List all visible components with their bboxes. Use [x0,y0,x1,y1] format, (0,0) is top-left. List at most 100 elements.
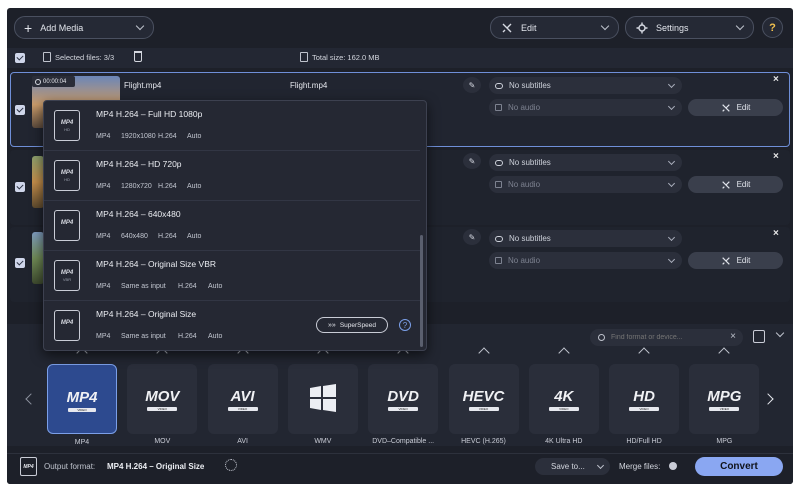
select-all-checkbox[interactable] [15,53,25,63]
windows-logo-icon [309,384,336,412]
chevron-down-icon [596,461,605,470]
device-detect-icon[interactable] [753,330,765,343]
preset-spec: H.264 [158,183,177,190]
speaker-icon [495,257,502,264]
rename-pencil-icon[interactable]: ✎ [463,229,481,245]
format-tile-wmv[interactable]: WMV [287,364,358,445]
subtitles-dropdown[interactable]: No subtitles [489,230,682,247]
file-checkbox[interactable] [15,105,25,115]
add-media-button[interactable]: + Add Media [14,16,154,39]
preset-spec: Auto [187,233,202,240]
preset-spec: Same as input [121,283,166,290]
preset-spec: Auto [208,333,223,340]
mp4-file-icon: MP4 HD [54,160,80,191]
search-field[interactable]: × [590,329,743,346]
format-preset-item[interactable]: MP4 MP4 H.264 – Original Size MP4 Same as … [44,301,420,351]
format-preset-item[interactable]: MP4 HD MP4 H.264 – Full HD 1080p MP4 1920x1… [44,101,420,151]
format-label: WMV [314,438,332,445]
edit-toolbar-button[interactable]: Edit [490,16,619,39]
mp4-file-icon: MP4 [54,310,80,341]
folder-size-icon [300,52,308,62]
format-tile-mpg[interactable]: MPG VIDEO MPG [689,364,760,445]
format-preset-item[interactable]: MP4 VBR MP4 H.264 – Original Size VBR MP4 S… [44,251,420,301]
format-tile-hd-full-hd[interactable]: HD VIDEO HD/Full HD [609,364,680,445]
format-tile-dvd-compatible[interactable]: DVD VIDEO DVD–Compatible ... [368,364,439,445]
help-icon[interactable]: ? [399,319,411,331]
format-logo-bar: VIDEO [388,407,419,411]
app-window: + Add Media Edit Settings ? Selected fil… [7,8,793,484]
menu-scrollbar[interactable] [420,235,423,347]
audio-dropdown[interactable]: No audio [489,252,682,269]
format-tile-4k-ultra-hd[interactable]: 4K VIDEO 4K Ultra HD [528,364,599,445]
rename-pencil-icon[interactable]: ✎ [463,77,481,93]
audio-dropdown[interactable]: No audio [489,99,682,116]
format-label: MPG [716,438,733,445]
format-logo-bar: VIDEO [227,407,258,411]
preset-spec: Auto [187,133,202,140]
format-preset-item[interactable]: MP4 MP4 H.264 – 640x480 MP4 640x480 H.264 Au… [44,201,420,251]
preset-name: MP4 H.264 – Full HD 1080p [96,109,203,119]
mp4-file-icon: MP4 HD [54,110,80,141]
preset-spec: MP4 [96,333,111,340]
preset-name: MP4 H.264 – Original Size [96,309,197,319]
preset-name: MP4 H.264 – Original Size VBR [96,259,216,269]
file-edit-button[interactable]: Edit [688,252,783,269]
settings-button[interactable]: Settings [625,16,754,39]
file-checkbox[interactable] [15,258,25,268]
help-icon: ? [769,21,776,34]
format-logo-bar: VIDEO [68,408,96,412]
file-edit-button[interactable]: Edit [688,99,783,116]
remove-file-close-icon[interactable]: × [773,151,779,162]
gear-icon[interactable] [225,459,237,471]
clock-icon [35,78,41,85]
subtitles-dropdown[interactable]: No subtitles [489,77,682,94]
format-logo-bar: VIDEO [548,407,579,411]
format-tile-hevc-h-265[interactable]: HEVC VIDEO HEVC (H.265) [448,364,519,445]
plus-icon: + [24,19,33,36]
merge-files-toggle[interactable] [669,462,677,470]
rename-pencil-icon[interactable]: ✎ [463,153,481,169]
chevron-down-icon [735,21,745,31]
preset-spec: MP4 [96,233,111,240]
format-logo: DVD [387,388,420,405]
speaker-icon [495,104,502,111]
format-preset-item[interactable]: MP4 HD MP4 H.264 – HD 720p MP4 1280x720 H.26… [44,151,420,201]
search-icon [598,334,605,341]
format-logo: HD [633,388,655,405]
preset-spec: H.264 [178,333,197,340]
mp4-file-icon: MP4 [54,210,80,241]
file-edit-button[interactable]: Edit [688,176,783,193]
file-checkbox[interactable] [15,182,25,192]
format-label: HEVC (H.265) [461,438,506,445]
remove-file-close-icon[interactable]: × [773,228,779,239]
save-to-dropdown[interactable]: Save to... [535,458,610,475]
format-logo: HEVC [462,388,505,405]
help-button[interactable]: ? [762,17,783,38]
preset-spec: 1920x1080 [121,133,156,140]
search-input[interactable] [611,334,726,341]
preset-spec: MP4 [96,133,111,140]
format-logo-bar: VIDEO [629,407,660,411]
preset-spec: Auto [187,183,202,190]
preset-spec: H.264 [178,283,197,290]
output-format-label: Output format: [44,462,96,471]
tools-icon [721,256,730,265]
clear-search-close-icon[interactable]: × [730,331,736,342]
output-format-value[interactable]: MP4 H.264 – Original Size [107,462,204,471]
preset-spec: H.264 [158,133,177,140]
output-file-name: Flight.mp4 [290,81,328,90]
total-size-text: Total size: 162.0 MB [312,53,380,62]
format-label: HD/Full HD [626,438,662,445]
chevron-down-icon [135,21,145,31]
trash-icon[interactable] [134,51,142,62]
format-tile-mp4[interactable]: MP4 VIDEO MP4 [47,364,117,446]
format-tile-mov[interactable]: MOV VIDEO MOV [127,364,198,445]
subtitles-dropdown[interactable]: No subtitles [489,154,682,171]
audio-dropdown[interactable]: No audio [489,176,682,193]
merge-files-label: Merge files: [619,462,661,471]
format-logo: 4K [554,388,574,405]
convert-button[interactable]: Convert [695,457,783,476]
remove-file-close-icon[interactable]: × [773,74,779,85]
format-tile-avi[interactable]: AVI VIDEO AVI [207,364,278,445]
superspeed-badge[interactable]: »» SuperSpeed [316,317,388,333]
